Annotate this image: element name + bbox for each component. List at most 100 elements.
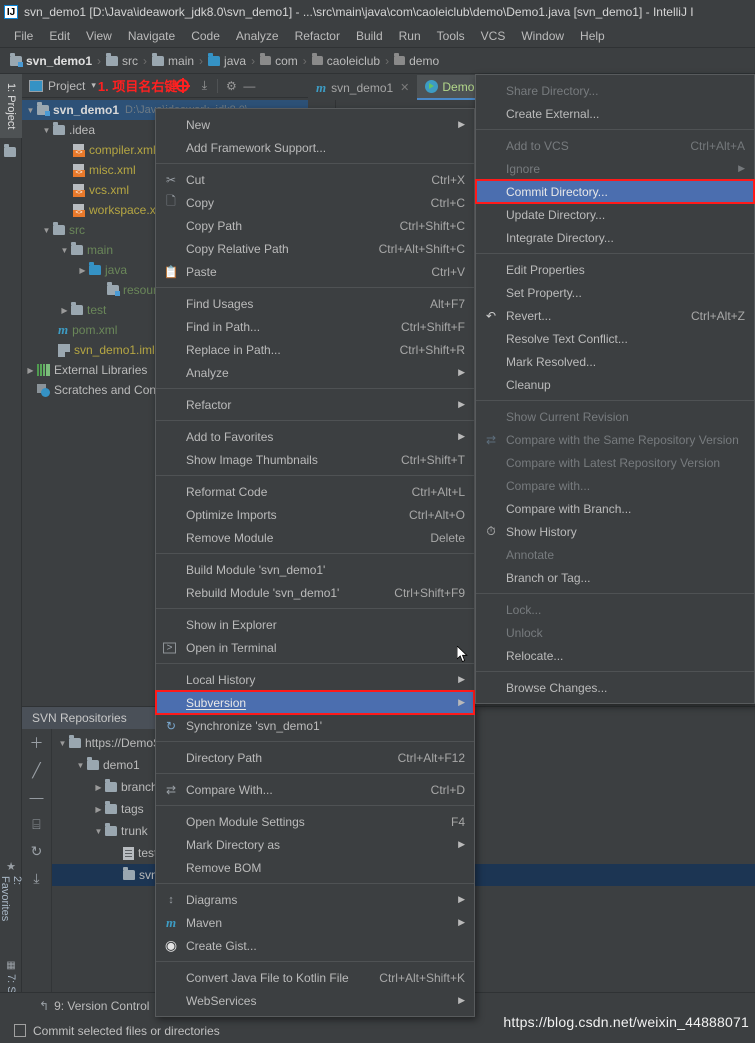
submenu-item-relocate[interactable]: Relocate... xyxy=(476,644,754,667)
menu-item-local-history[interactable]: Local History ▶ xyxy=(156,668,474,691)
menu-refactor[interactable]: Refactor xyxy=(287,27,348,45)
editor-tab-svn-demo1[interactable]: m svn_demo1 ✕ xyxy=(308,75,417,100)
menu-item-mark-directory-as[interactable]: Mark Directory as ▶ xyxy=(156,833,474,856)
menu-build[interactable]: Build xyxy=(348,27,391,45)
submenu-item-edit-properties[interactable]: Edit Properties xyxy=(476,258,754,281)
menu-item-convert-java-to-kotlin[interactable]: Convert Java File to Kotlin File Ctrl+Al… xyxy=(156,966,474,989)
menu-item-remove-module[interactable]: Remove Module Delete xyxy=(156,526,474,549)
menu-item-maven[interactable]: m Maven ▶ xyxy=(156,911,474,934)
menu-item-reformat-code[interactable]: Reformat Code Ctrl+Alt+L xyxy=(156,480,474,503)
tree-twisty-icon[interactable]: ▶ xyxy=(92,783,105,792)
submenu-item-compare-with[interactable]: Compare with... xyxy=(476,474,754,497)
menu-item-diagrams[interactable]: ↕ Diagrams ▶ xyxy=(156,888,474,911)
submenu-item-integrate-directory[interactable]: Integrate Directory... xyxy=(476,226,754,249)
submenu-item-commit-directory[interactable]: Commit Directory... xyxy=(475,179,755,204)
submenu-item-mark-resolved[interactable]: Mark Resolved... xyxy=(476,350,754,373)
menu-navigate[interactable]: Navigate xyxy=(120,27,183,45)
menu-item-find-usages[interactable]: Find Usages Alt+F7 xyxy=(156,292,474,315)
tree-twisty-icon[interactable]: ▶ xyxy=(92,805,105,814)
submenu-item-compare-same-repo-version[interactable]: ⇄ Compare with the Same Repository Versi… xyxy=(476,428,754,451)
tree-twisty-icon[interactable]: ▶ xyxy=(76,266,89,275)
edit-repository-button[interactable]: ╱ xyxy=(29,762,45,778)
menu-edit[interactable]: Edit xyxy=(41,27,78,45)
submenu-item-show-current-revision[interactable]: Show Current Revision xyxy=(476,405,754,428)
tree-twisty-icon[interactable]: ▼ xyxy=(40,226,53,235)
menu-item-subversion[interactable]: Subversion ▶ xyxy=(155,690,475,715)
menu-item-find-in-path[interactable]: Find in Path... Ctrl+Shift+F xyxy=(156,315,474,338)
menu-analyze[interactable]: Analyze xyxy=(228,27,287,45)
menu-item-optimize-imports[interactable]: Optimize Imports Ctrl+Alt+O xyxy=(156,503,474,526)
submenu-item-compare-latest-repo-version[interactable]: Compare with Latest Repository Version xyxy=(476,451,754,474)
submenu-item-create-external[interactable]: Create External... xyxy=(476,102,754,125)
menu-item-create-gist[interactable]: ◉ Create Gist... xyxy=(156,934,474,957)
tree-twisty-icon[interactable]: ▼ xyxy=(56,739,69,748)
tree-twisty-icon[interactable]: ▶ xyxy=(24,366,37,375)
chevron-down-icon[interactable]: ▾ xyxy=(91,80,96,91)
breadcrumb-item-svn-demo1[interactable]: svn_demo1 xyxy=(10,52,92,68)
menu-item-paste[interactable]: 📋 Paste Ctrl+V xyxy=(156,260,474,283)
menu-item-directory-path[interactable]: Directory Path Ctrl+Alt+F12 xyxy=(156,746,474,769)
menu-item-show-in-explorer[interactable]: Show in Explorer xyxy=(156,613,474,636)
menu-code[interactable]: Code xyxy=(183,27,228,45)
menu-run[interactable]: Run xyxy=(391,27,429,45)
menu-item-replace-in-path[interactable]: Replace in Path... Ctrl+Shift+R xyxy=(156,338,474,361)
menu-help[interactable]: Help xyxy=(572,27,613,45)
submenu-item-update-directory[interactable]: Update Directory... xyxy=(476,203,754,226)
breadcrumb-item-demo[interactable]: demo xyxy=(394,53,439,68)
checkout-button[interactable]: ⌸ xyxy=(29,816,45,832)
menu-tools[interactable]: Tools xyxy=(429,27,473,45)
tree-twisty-icon[interactable]: ▼ xyxy=(24,106,37,115)
submenu-item-browse-changes[interactable]: Browse Changes... xyxy=(476,676,754,699)
menu-item-analyze[interactable]: Analyze ▶ xyxy=(156,361,474,384)
close-icon[interactable]: ✕ xyxy=(400,81,409,94)
menu-item-remove-bom[interactable]: Remove BOM xyxy=(156,856,474,879)
submenu-item-ignore[interactable]: Ignore ▶ xyxy=(476,157,754,180)
menu-item-new[interactable]: New ▶ xyxy=(156,113,474,136)
menu-item-open-module-settings[interactable]: Open Module Settings F4 xyxy=(156,810,474,833)
breadcrumb-item-caoleiclub[interactable]: caoleiclub xyxy=(311,53,380,68)
menu-item-cut[interactable]: ✂ Cut Ctrl+X xyxy=(156,168,474,191)
menu-view[interactable]: View xyxy=(78,27,120,45)
submenu-item-cleanup[interactable]: Cleanup xyxy=(476,373,754,396)
breadcrumb-item-com[interactable]: com xyxy=(260,53,298,68)
menu-item-build-module[interactable]: Build Module 'svn_demo1' xyxy=(156,558,474,581)
menu-file[interactable]: File xyxy=(6,27,41,45)
submenu-item-share-directory[interactable]: Share Directory... xyxy=(476,79,754,102)
sidebar-item-project[interactable]: 1: Project xyxy=(0,74,22,138)
menu-item-copy[interactable]: 🗋 Copy Ctrl+C xyxy=(156,191,474,214)
submenu-item-show-history[interactable]: ⏱ Show History xyxy=(476,520,754,543)
tree-twisty-icon[interactable]: ▼ xyxy=(92,827,105,836)
settings-gear-button[interactable]: ⚙ xyxy=(222,77,240,95)
submenu-item-lock[interactable]: Lock... xyxy=(476,598,754,621)
folder-icon[interactable] xyxy=(4,144,18,158)
submenu-item-resolve-text-conflict[interactable]: Resolve Text Conflict... xyxy=(476,327,754,350)
submenu-item-set-property[interactable]: Set Property... xyxy=(476,281,754,304)
hide-button[interactable]: — xyxy=(240,77,258,95)
refresh-button[interactable]: ↻ xyxy=(29,843,45,859)
breadcrumb-item-java[interactable]: java xyxy=(208,52,246,68)
bottom-tab-version-control[interactable]: ↰ 9: Version Control xyxy=(30,996,158,1016)
menu-item-webservices[interactable]: WebServices ▶ xyxy=(156,989,474,1012)
breadcrumb-item-src[interactable]: src xyxy=(106,52,138,68)
menu-item-synchronize[interactable]: ↻ Synchronize 'svn_demo1' xyxy=(156,714,474,737)
breadcrumb-item-main[interactable]: main xyxy=(152,52,194,68)
collapse-all-button[interactable]: ⤓ xyxy=(29,870,45,886)
menu-item-add-framework-support[interactable]: Add Framework Support... xyxy=(156,136,474,159)
menu-item-open-in-terminal[interactable]: > Open in Terminal xyxy=(156,636,474,659)
sidebar-item-favorites[interactable]: ★ 2: Favorites xyxy=(0,856,23,936)
tree-twisty-icon[interactable]: ▼ xyxy=(58,246,71,255)
submenu-item-annotate[interactable]: Annotate xyxy=(476,543,754,566)
menu-item-copy-path[interactable]: Copy Path Ctrl+Shift+C xyxy=(156,214,474,237)
menu-window[interactable]: Window xyxy=(513,27,572,45)
submenu-item-branch-or-tag[interactable]: Branch or Tag... xyxy=(476,566,754,589)
remove-repository-button[interactable]: — xyxy=(29,789,45,805)
menu-item-refactor[interactable]: Refactor ▶ xyxy=(156,393,474,416)
menu-item-compare-with[interactable]: ⇄ Compare With... Ctrl+D xyxy=(156,778,474,801)
tree-twisty-icon[interactable]: ▼ xyxy=(74,761,87,770)
menu-item-add-to-favorites[interactable]: Add to Favorites ▶ xyxy=(156,425,474,448)
menu-item-rebuild-module[interactable]: Rebuild Module 'svn_demo1' Ctrl+Shift+F9 xyxy=(156,581,474,604)
submenu-item-unlock[interactable]: Unlock xyxy=(476,621,754,644)
submenu-item-compare-with-branch[interactable]: Compare with Branch... xyxy=(476,497,754,520)
tree-twisty-icon[interactable]: ▼ xyxy=(40,126,53,135)
menu-item-show-image-thumbnails[interactable]: Show Image Thumbnails Ctrl+Shift+T xyxy=(156,448,474,471)
